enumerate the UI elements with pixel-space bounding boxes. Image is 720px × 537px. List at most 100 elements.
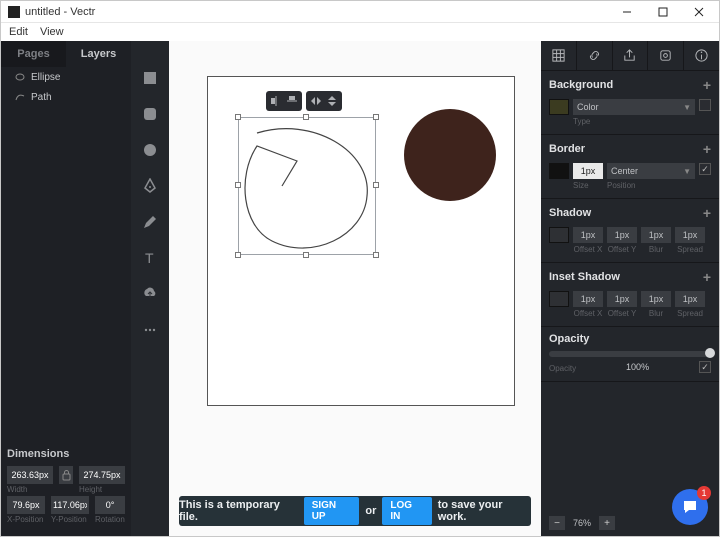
handle-bm[interactable] <box>303 252 309 258</box>
export-icon[interactable] <box>612 41 648 70</box>
background-color-swatch[interactable] <box>549 99 569 115</box>
menu-view[interactable]: View <box>40 26 64 38</box>
top-icon-row <box>541 41 719 71</box>
zoom-in-button[interactable]: + <box>599 516 615 530</box>
rect-tool[interactable] <box>141 69 159 87</box>
border-color-swatch[interactable] <box>549 163 569 179</box>
tab-layers[interactable]: Layers <box>66 41 131 67</box>
flip-h-button[interactable] <box>308 93 324 109</box>
align-h-button[interactable] <box>268 93 284 109</box>
rotation-input[interactable] <box>95 496 125 514</box>
inset-shadow-add-button[interactable]: + <box>703 269 711 285</box>
background-type-select[interactable]: Color▼ <box>573 99 695 115</box>
chat-bubble[interactable]: 1 <box>672 489 708 525</box>
selection-box[interactable] <box>238 117 376 255</box>
align-v-button[interactable] <box>284 93 300 109</box>
flip-v-button[interactable] <box>324 93 340 109</box>
banner-pre-text: This is a temporary file. <box>179 499 298 523</box>
shadow-offsety-input[interactable]: 1px <box>607 227 637 243</box>
page[interactable] <box>207 76 515 406</box>
pen-tool[interactable] <box>141 177 159 195</box>
selection-toolbar <box>266 91 342 111</box>
lock-aspect-button[interactable] <box>59 466 73 484</box>
more-tools[interactable] <box>141 321 159 339</box>
rotation-label: Rotation <box>95 515 125 524</box>
inset-offsetx-input[interactable]: 1px <box>573 291 603 307</box>
handle-br[interactable] <box>373 252 379 258</box>
inset-spread-input[interactable]: 1px <box>675 291 705 307</box>
ellipse-icon <box>15 72 25 82</box>
y-position-input[interactable] <box>51 496 89 514</box>
opacity-visible-check[interactable] <box>699 361 711 373</box>
window-minimize-button[interactable] <box>609 1 645 23</box>
shadow-spread-input[interactable]: 1px <box>675 227 705 243</box>
shadow-offsetx-input[interactable]: 1px <box>573 227 603 243</box>
background-type-label: Type <box>573 117 695 126</box>
handle-tm[interactable] <box>303 114 309 120</box>
window-close-button[interactable] <box>681 1 717 23</box>
layer-label: Ellipse <box>31 72 60 83</box>
handle-bl[interactable] <box>235 252 241 258</box>
shadow-section: Shadow + 1pxOffset X 1pxOffset Y 1pxBlur… <box>541 199 719 263</box>
ellipse-shape[interactable] <box>404 109 496 201</box>
info-icon[interactable] <box>683 41 719 70</box>
pencil-tool[interactable] <box>141 213 159 231</box>
canvas-viewport[interactable] <box>169 41 541 536</box>
menu-edit[interactable]: Edit <box>9 26 28 38</box>
border-position-select[interactable]: Center▼ <box>607 163 695 179</box>
shadow-add-button[interactable]: + <box>703 205 711 221</box>
canvas-area: This is a temporary file. SIGN UP or LOG… <box>169 41 541 536</box>
settings-icon[interactable] <box>647 41 683 70</box>
width-input[interactable] <box>7 466 53 484</box>
opacity-thumb[interactable] <box>705 348 715 358</box>
x-position-input[interactable] <box>7 496 45 514</box>
path-icon <box>15 92 25 102</box>
tool-strip: T <box>131 41 169 536</box>
dimensions-panel: Dimensions Width Height <box>1 442 131 536</box>
handle-ml[interactable] <box>235 182 241 188</box>
banner-post-text: to save your work. <box>438 499 531 523</box>
inset-blur-input[interactable]: 1px <box>641 291 671 307</box>
border-visible-check[interactable] <box>699 163 711 175</box>
layer-item-ellipse[interactable]: Ellipse <box>1 67 131 87</box>
text-tool[interactable]: T <box>141 249 159 267</box>
border-size-input[interactable]: 1px <box>573 163 603 179</box>
zoom-value: 76% <box>573 518 591 528</box>
app-icon <box>8 6 20 18</box>
background-visible-check[interactable] <box>699 99 711 111</box>
shadow-title: Shadow <box>549 207 591 219</box>
border-title: Border <box>549 143 585 155</box>
background-add-button[interactable]: + <box>703 77 711 93</box>
chat-badge: 1 <box>697 486 711 500</box>
login-button[interactable]: LOG IN <box>382 497 431 525</box>
ellipse-tool[interactable] <box>141 141 159 159</box>
layer-item-path[interactable]: Path <box>1 87 131 107</box>
shadow-color-swatch[interactable] <box>549 227 569 243</box>
app-window: untitled - Vectr Edit View Pages Layers … <box>0 0 720 537</box>
signup-button[interactable]: SIGN UP <box>304 497 360 525</box>
grid-icon[interactable] <box>541 41 576 70</box>
handle-tr[interactable] <box>373 114 379 120</box>
handle-tl[interactable] <box>235 114 241 120</box>
opacity-value: 100% <box>626 362 649 372</box>
layers-list: Ellipse Path <box>1 67 131 442</box>
rounded-rect-tool[interactable] <box>141 105 159 123</box>
inset-offsety-input[interactable]: 1px <box>607 291 637 307</box>
svg-text:T: T <box>145 250 154 266</box>
tab-pages[interactable]: Pages <box>1 41 66 67</box>
zoom-out-button[interactable]: − <box>549 516 565 530</box>
opacity-slider[interactable] <box>549 351 711 357</box>
inset-shadow-section: Inset Shadow + 1pxOffset X 1pxOffset Y 1… <box>541 263 719 327</box>
handle-mr[interactable] <box>373 182 379 188</box>
height-input[interactable] <box>79 466 125 484</box>
link-icon[interactable] <box>576 41 612 70</box>
background-section: Background + Color▼ Type <box>541 71 719 135</box>
window-maximize-button[interactable] <box>645 1 681 23</box>
x-position-label: X-Position <box>7 515 45 524</box>
upload-tool[interactable] <box>141 285 159 303</box>
layer-label: Path <box>31 92 52 103</box>
inset-shadow-color-swatch[interactable] <box>549 291 569 307</box>
shadow-blur-input[interactable]: 1px <box>641 227 671 243</box>
border-add-button[interactable]: + <box>703 141 711 157</box>
border-size-label: Size <box>573 181 603 190</box>
